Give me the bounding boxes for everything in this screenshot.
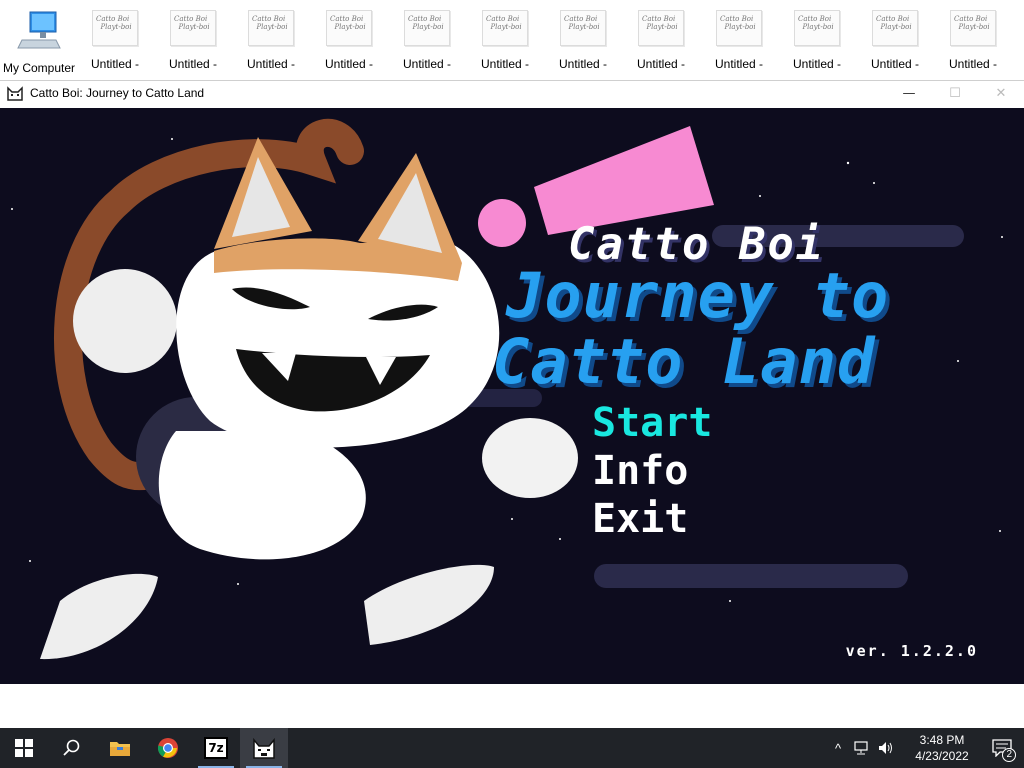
file-thumbnail-icon: Catto Boi Playt-boi [170,10,216,46]
catto-app-icon [6,84,24,102]
file-thumbnail-icon: Catto Boi Playt-boi [92,10,138,46]
version-label: ver. 1.2.2.0 [845,642,978,660]
show-hidden-icons-chevron[interactable]: ^ [826,728,850,768]
desktop-icon-my-computer[interactable]: My Computer [0,10,78,76]
cat-paw [482,418,578,498]
menu-exit-button[interactable]: Exit [592,496,688,542]
file-thumbnail-icon: Catto Boi Playt-boi [872,10,918,46]
desktop-icon-file[interactable]: Catto Boi Playt-boi Untitled - [544,10,622,76]
windows-start-icon [15,739,33,757]
chrome-icon [157,738,178,758]
close-button[interactable]: ✕ [978,81,1024,105]
cat-foot [364,564,494,645]
file-thumbnail-icon: Catto Boi Playt-boi [482,10,528,46]
desktop-icon-label: Untitled - [402,57,452,71]
window-titlebar[interactable]: Catto Boi: Journey to Catto Land — ☐ ✕ [0,81,1024,105]
file-thumbnail-icon: Catto Boi Playt-boi [950,10,996,46]
search-icon [63,739,80,756]
file-thumbnail-icon: Catto Boi Playt-boi [248,10,294,46]
file-explorer-icon [110,742,130,756]
desktop-icon-label: Untitled - [714,57,764,71]
notification-count-badge: 2 [1002,748,1016,762]
clock-date: 4/23/2022 [915,749,969,763]
game-canvas[interactable]: Catto Boi Journey to Catto Land Start In… [0,108,1024,684]
desktop-icon-label: Untitled - [636,57,686,71]
volume-icon[interactable] [874,728,898,768]
file-thumbnail-icon: Catto Boi Playt-boi [716,10,762,46]
file-thumbnail-icon: Catto Boi Playt-boi [794,10,840,46]
clock-time: 3:48 PM [919,733,965,747]
desktop-icon-file[interactable]: Catto Boi Playt-boi Untitled - [934,10,1012,76]
7zip-button[interactable]: 7z [192,728,240,768]
desktop-icon-file[interactable]: Catto Boi Playt-boi Untitled - [154,10,232,76]
file-thumbnail-icon: Catto Boi Playt-boi [326,10,372,46]
pink-circle [478,199,526,247]
maximize-button[interactable]: ☐ [932,81,978,105]
taskbar-clock[interactable]: 3:48 PM 4/23/2022 [904,732,980,764]
system-tray: ^ 3:48 PM 4/23/2022 2 [826,728,1024,768]
desktop-icon-label: Untitled - [792,57,842,71]
game-title-line1: Journey to [506,259,890,332]
catto-boi-taskbar-button[interactable] [240,728,288,768]
menu-start-button[interactable]: Start [592,400,712,446]
desktop-icon-label: Untitled - [324,57,374,71]
decor-bar [594,564,908,588]
desktop-icon-file[interactable]: Catto Boi Playt-boi Untitled - [76,10,154,76]
window-title: Catto Boi: Journey to Catto Land [30,86,205,100]
game-title-line2: Catto Land [492,325,876,398]
cat-paw [73,269,177,373]
file-explorer-button[interactable] [96,728,144,768]
desktop-icon-file[interactable]: Catto Boi Playt-boi Untitled - [310,10,388,76]
game-window: Catto Boi: Journey to Catto Land — ☐ ✕ C… [0,80,1024,685]
desktop-icon-file[interactable]: Catto Boi Playt-boi Untitled - [232,10,310,76]
desktop: My Computer Catto Boi Playt-boi Untitled… [0,0,1024,80]
7zip-icon: 7z [204,737,228,759]
desktop-icon-file[interactable]: Catto Boi Playt-boi Untitled - [622,10,700,76]
desktop-icon-file[interactable]: Catto Boi Playt-boi Untitled - [388,10,466,76]
windows-start-button[interactable] [0,728,48,768]
search-button[interactable] [48,728,96,768]
desktop-icon-file[interactable]: Catto Boi Playt-boi Untitled - [778,10,856,76]
chrome-button[interactable] [144,728,192,768]
desktop-icon-label: Untitled - [948,57,998,71]
desktop-icon-file[interactable]: Catto Boi Playt-boi Untitled - [700,10,778,76]
desktop-icon-label: Untitled - [90,57,140,71]
desktop-icon-label: Untitled - [168,57,218,71]
network-icon[interactable] [850,728,874,768]
desktop-icon-file[interactable]: Catto Boi Playt-boi Untitled - [466,10,544,76]
desktop-icon-label: Untitled - [558,57,608,71]
cat-body [158,431,366,560]
action-center-button[interactable]: 2 [980,728,1024,768]
minimize-button[interactable]: — [886,81,932,105]
cat-foot [40,573,158,660]
desktop-icon-label: Untitled - [246,57,296,71]
taskbar: 7z ^ 3:48 PM 4/23/2022 2 [0,728,1024,768]
desktop-icon-label: Untitled - [870,57,920,71]
file-thumbnail-icon: Catto Boi Playt-boi [404,10,450,46]
desktop-icon-label: My Computer [2,61,76,75]
desktop-icon-label: Untitled - [480,57,530,71]
menu-info-button[interactable]: Info [592,448,688,494]
desktop-icon-file[interactable]: Catto Boi Playt-boi Untitled - [856,10,934,76]
computer-icon [16,10,62,50]
catto-boi-app-icon [253,737,275,759]
file-thumbnail-icon: Catto Boi Playt-boi [638,10,684,46]
file-thumbnail-icon: Catto Boi Playt-boi [560,10,606,46]
